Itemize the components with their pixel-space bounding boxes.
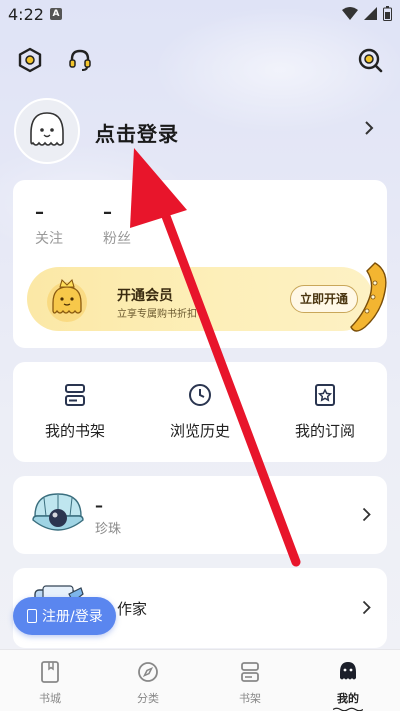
shortcut-label: 我的书架 (44, 422, 105, 440)
stat-fans[interactable]: – 粉丝 (103, 202, 131, 248)
bookshelf-icon (65, 384, 85, 406)
nav-bookshelf[interactable]: 书架 (220, 660, 280, 706)
vip-subtitle: 立享专属购书折扣 (117, 309, 197, 320)
fans-count: – (103, 202, 112, 223)
avatar[interactable] (14, 98, 80, 164)
fans-label: 粉丝 (103, 231, 131, 247)
pearl-card[interactable]: – 珍珠 (13, 476, 387, 554)
chevron-right-icon[interactable] (364, 120, 374, 136)
shortcut-history[interactable]: 浏览历史 (145, 382, 255, 441)
pearl-label: 珍珠 (95, 522, 122, 537)
register-login-button[interactable]: 注册/登录 (13, 597, 116, 635)
nav-label: 书城 (39, 692, 61, 705)
nav-label: 我的 (337, 692, 359, 705)
nav-label: 分类 (137, 692, 159, 705)
wave-underline-icon (333, 707, 363, 711)
tentacle-decoration-icon (350, 262, 387, 332)
shortcut-label: 我的订阅 (294, 422, 355, 440)
vip-title: 开通会员 (117, 288, 173, 304)
following-label: 关注 (35, 231, 63, 247)
shortcut-subscription[interactable]: 我的订阅 (270, 382, 380, 441)
status-time: 4:22 (8, 5, 44, 24)
bottom-nav: 书城 分类 书架 我的 (0, 649, 400, 711)
nav-label: 书架 (239, 692, 261, 705)
bookshelf-nav-icon (241, 662, 259, 682)
octopus-crown-icon (47, 278, 87, 322)
nav-mine[interactable]: 我的 (318, 660, 378, 711)
vip-banner[interactable]: 开通会员 立享专属购书折扣 立即开通 (27, 262, 387, 332)
bookstore-icon (41, 661, 59, 683)
login-prompt[interactable]: 点击登录 (95, 118, 179, 147)
writer-label: 作家 (117, 600, 148, 618)
pearl-count: – (95, 496, 103, 515)
stats-card: – 关注 – 粉丝 开通会员 立享专属购书折扣 立即开通 (13, 180, 387, 348)
headset-icon[interactable] (66, 46, 94, 74)
chevron-right-icon (362, 600, 371, 615)
shortcuts-card: 我的书架 浏览历史 我的订阅 (13, 362, 387, 462)
signal-icon (364, 7, 377, 20)
octopus-avatar-icon (30, 112, 64, 146)
settings-hex-icon[interactable] (16, 46, 44, 74)
phone-icon (27, 609, 37, 623)
shortcut-bookshelf[interactable]: 我的书架 (20, 382, 130, 441)
octopus-nav-icon (340, 662, 356, 680)
compass-icon (138, 662, 158, 682)
register-login-label: 注册/登录 (42, 609, 103, 625)
chevron-right-icon (362, 507, 371, 522)
wifi-icon (342, 7, 358, 20)
clock-icon (189, 384, 211, 406)
following-count: – (35, 202, 44, 223)
stat-following[interactable]: – 关注 (35, 202, 63, 248)
status-indicators (342, 6, 392, 21)
nav-bookstore[interactable]: 书城 (20, 660, 80, 706)
nav-category[interactable]: 分类 (118, 660, 178, 706)
status-bar: 4:22 A (0, 0, 400, 28)
notification-icon: A (50, 8, 62, 20)
pearl-shell-icon (32, 493, 84, 531)
shortcut-label: 浏览历史 (169, 422, 230, 440)
scan-icon[interactable] (356, 46, 384, 74)
battery-icon (383, 6, 392, 21)
star-bookmark-icon (315, 384, 335, 406)
